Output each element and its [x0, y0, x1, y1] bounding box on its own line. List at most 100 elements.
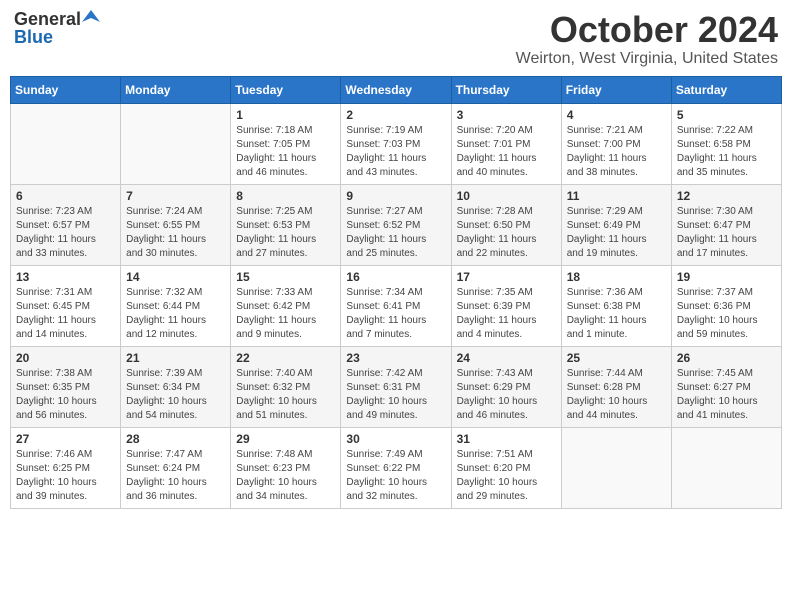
cell-content: Sunrise: 7:36 AM Sunset: 6:38 PM Dayligh…: [567, 286, 666, 342]
day-number: 27: [16, 432, 115, 446]
calendar-cell: 20 Sunrise: 7:38 AM Sunset: 6:35 PM Dayli…: [11, 346, 121, 427]
calendar-cell: 11 Sunrise: 7:29 AM Sunset: 6:49 PM Dayli…: [561, 184, 671, 265]
calendar-cell: [561, 427, 671, 508]
logo: General Blue: [14, 10, 100, 46]
cell-content: Sunrise: 7:44 AM Sunset: 6:28 PM Dayligh…: [567, 367, 666, 423]
day-number: 24: [457, 351, 556, 365]
calendar-cell: 26Sunrise: 7:45 AM Sunset: 6:27 PM Dayli…: [671, 346, 781, 427]
day-header-saturday: Saturday: [671, 76, 781, 103]
calendar-week-1: 1Sunrise: 7:18 AM Sunset: 7:05 PM Daylig…: [11, 103, 782, 184]
cell-content: Sunrise: 7:29 AM Sunset: 6:49 PM Dayligh…: [567, 205, 666, 261]
calendar-cell: 31 Sunrise: 7:51 AM Sunset: 6:20 PM Dayli…: [451, 427, 561, 508]
cell-content: Sunrise: 7:49 AM Sunset: 6:22 PM Dayligh…: [346, 448, 445, 504]
cell-content: Sunrise: 7:30 AM Sunset: 6:47 PM Dayligh…: [677, 205, 776, 261]
logo-bird-icon: [82, 8, 100, 26]
calendar-week-4: 20 Sunrise: 7:38 AM Sunset: 6:35 PM Dayli…: [11, 346, 782, 427]
calendar-cell: 29 Sunrise: 7:48 AM Sunset: 6:23 PM Dayli…: [231, 427, 341, 508]
day-number: 6: [16, 189, 115, 203]
day-number: 10: [457, 189, 556, 203]
cell-content: Sunrise: 7:40 AM Sunset: 6:32 PM Dayligh…: [236, 367, 335, 423]
day-number: 9: [346, 189, 445, 203]
location-text: Weirton, West Virginia, United States: [516, 50, 778, 68]
day-number: 31: [457, 432, 556, 446]
calendar-cell: 14 Sunrise: 7:32 AM Sunset: 6:44 PM Dayli…: [121, 265, 231, 346]
calendar-cell: 6 Sunrise: 7:23 AM Sunset: 6:57 PM Daylig…: [11, 184, 121, 265]
day-number: 8: [236, 189, 335, 203]
calendar-cell: 8 Sunrise: 7:25 AM Sunset: 6:53 PM Daylig…: [231, 184, 341, 265]
calendar-cell: 16 Sunrise: 7:34 AM Sunset: 6:41 PM Dayli…: [341, 265, 451, 346]
cell-content: Sunrise: 7:19 AM Sunset: 7:03 PM Dayligh…: [346, 124, 445, 180]
cell-content: Sunrise: 7:35 AM Sunset: 6:39 PM Dayligh…: [457, 286, 556, 342]
calendar-table: SundayMondayTuesdayWednesdayThursdayFrid…: [10, 76, 782, 509]
calendar-cell: 24 Sunrise: 7:43 AM Sunset: 6:29 PM Dayli…: [451, 346, 561, 427]
cell-content: Sunrise: 7:38 AM Sunset: 6:35 PM Dayligh…: [16, 367, 115, 423]
day-number: 2: [346, 108, 445, 122]
cell-content: Sunrise: 7:23 AM Sunset: 6:57 PM Dayligh…: [16, 205, 115, 261]
calendar-cell: 4Sunrise: 7:21 AM Sunset: 7:00 PM Daylig…: [561, 103, 671, 184]
calendar-week-2: 6 Sunrise: 7:23 AM Sunset: 6:57 PM Daylig…: [11, 184, 782, 265]
day-number: 18: [567, 270, 666, 284]
calendar-cell: 22 Sunrise: 7:40 AM Sunset: 6:32 PM Dayli…: [231, 346, 341, 427]
calendar-week-3: 13 Sunrise: 7:31 AM Sunset: 6:45 PM Dayli…: [11, 265, 782, 346]
day-number: 5: [677, 108, 776, 122]
day-header-wednesday: Wednesday: [341, 76, 451, 103]
calendar-cell: 1Sunrise: 7:18 AM Sunset: 7:05 PM Daylig…: [231, 103, 341, 184]
cell-content: Sunrise: 7:20 AM Sunset: 7:01 PM Dayligh…: [457, 124, 556, 180]
cell-content: Sunrise: 7:24 AM Sunset: 6:55 PM Dayligh…: [126, 205, 225, 261]
calendar-cell: [121, 103, 231, 184]
page-header: General Blue October 2024 Weirton, West …: [10, 10, 782, 68]
calendar-cell: 2 Sunrise: 7:19 AM Sunset: 7:03 PM Daylig…: [341, 103, 451, 184]
day-number: 15: [236, 270, 335, 284]
calendar-cell: 13 Sunrise: 7:31 AM Sunset: 6:45 PM Dayli…: [11, 265, 121, 346]
day-number: 17: [457, 270, 556, 284]
calendar-cell: 19 Sunrise: 7:37 AM Sunset: 6:36 PM Dayli…: [671, 265, 781, 346]
day-number: 23: [346, 351, 445, 365]
cell-content: Sunrise: 7:37 AM Sunset: 6:36 PM Dayligh…: [677, 286, 776, 342]
day-number: 26: [677, 351, 776, 365]
cell-content: Sunrise: 7:27 AM Sunset: 6:52 PM Dayligh…: [346, 205, 445, 261]
day-number: 29: [236, 432, 335, 446]
day-number: 16: [346, 270, 445, 284]
day-header-monday: Monday: [121, 76, 231, 103]
cell-content: Sunrise: 7:51 AM Sunset: 6:20 PM Dayligh…: [457, 448, 556, 504]
day-number: 28: [126, 432, 225, 446]
cell-content: Sunrise: 7:25 AM Sunset: 6:53 PM Dayligh…: [236, 205, 335, 261]
day-number: 20: [16, 351, 115, 365]
day-number: 19: [677, 270, 776, 284]
calendar-week-5: 27 Sunrise: 7:46 AM Sunset: 6:25 PM Dayli…: [11, 427, 782, 508]
cell-content: Sunrise: 7:28 AM Sunset: 6:50 PM Dayligh…: [457, 205, 556, 261]
cell-content: Sunrise: 7:48 AM Sunset: 6:23 PM Dayligh…: [236, 448, 335, 504]
day-number: 14: [126, 270, 225, 284]
calendar-cell: 28Sunrise: 7:47 AM Sunset: 6:24 PM Dayli…: [121, 427, 231, 508]
day-number: 1: [236, 108, 335, 122]
calendar-cell: 9 Sunrise: 7:27 AM Sunset: 6:52 PM Daylig…: [341, 184, 451, 265]
day-number: 13: [16, 270, 115, 284]
day-number: 7: [126, 189, 225, 203]
cell-content: Sunrise: 7:34 AM Sunset: 6:41 PM Dayligh…: [346, 286, 445, 342]
calendar-cell: [11, 103, 121, 184]
cell-content: Sunrise: 7:33 AM Sunset: 6:42 PM Dayligh…: [236, 286, 335, 342]
day-header-thursday: Thursday: [451, 76, 561, 103]
day-number: 11: [567, 189, 666, 203]
calendar-cell: 5 Sunrise: 7:22 AM Sunset: 6:58 PM Daylig…: [671, 103, 781, 184]
cell-content: Sunrise: 7:32 AM Sunset: 6:44 PM Dayligh…: [126, 286, 225, 342]
calendar-cell: 21Sunrise: 7:39 AM Sunset: 6:34 PM Dayli…: [121, 346, 231, 427]
logo-general-text: General: [14, 10, 81, 28]
calendar-cell: 27 Sunrise: 7:46 AM Sunset: 6:25 PM Dayli…: [11, 427, 121, 508]
day-number: 22: [236, 351, 335, 365]
day-number: 4: [567, 108, 666, 122]
calendar-cell: [671, 427, 781, 508]
day-number: 3: [457, 108, 556, 122]
calendar-cell: 15 Sunrise: 7:33 AM Sunset: 6:42 PM Dayli…: [231, 265, 341, 346]
calendar-cell: 30Sunrise: 7:49 AM Sunset: 6:22 PM Dayli…: [341, 427, 451, 508]
cell-content: Sunrise: 7:43 AM Sunset: 6:29 PM Dayligh…: [457, 367, 556, 423]
cell-content: Sunrise: 7:46 AM Sunset: 6:25 PM Dayligh…: [16, 448, 115, 504]
calendar-cell: 7 Sunrise: 7:24 AM Sunset: 6:55 PM Daylig…: [121, 184, 231, 265]
cell-content: Sunrise: 7:22 AM Sunset: 6:58 PM Dayligh…: [677, 124, 776, 180]
cell-content: Sunrise: 7:31 AM Sunset: 6:45 PM Dayligh…: [16, 286, 115, 342]
day-number: 21: [126, 351, 225, 365]
calendar-cell: 25 Sunrise: 7:44 AM Sunset: 6:28 PM Dayli…: [561, 346, 671, 427]
calendar-cell: 18 Sunrise: 7:36 AM Sunset: 6:38 PM Dayli…: [561, 265, 671, 346]
day-number: 25: [567, 351, 666, 365]
calendar-cell: 17 Sunrise: 7:35 AM Sunset: 6:39 PM Dayli…: [451, 265, 561, 346]
